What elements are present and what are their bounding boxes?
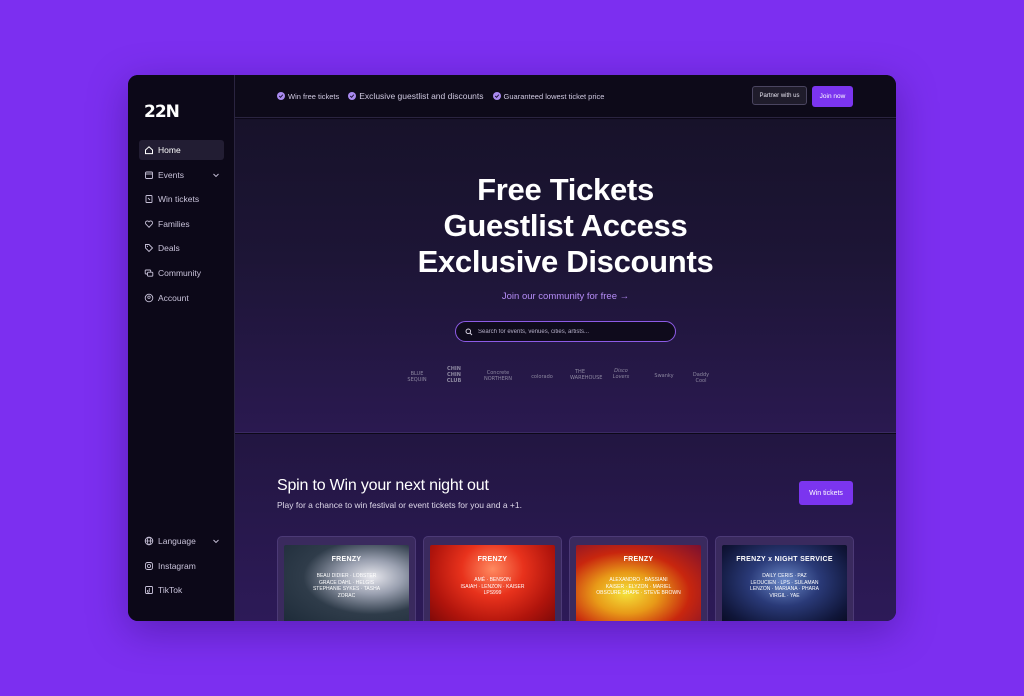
section-subtitle: Play for a chance to win festival or eve… [277,500,522,510]
instagram-icon [144,561,154,571]
sidebar-item-families[interactable]: Families [139,214,224,234]
sidebar-item-label: Language [158,536,196,546]
sidebar-item-home[interactable]: Home [139,140,224,160]
sidebar-nav: Home Events Win tickets Families Deals C… [139,140,224,312]
sidebar-item-label: Deals [158,243,180,254]
event-lineup: ALEXANDRO · BASSIANI KAISER · ELYZON · M… [576,577,701,597]
partner-logo: CHIN CHIN CLUB [446,366,462,384]
partner-logo: colorado [531,374,553,380]
lineup-line: ZORAC [337,592,356,599]
spin-to-win-section: Spin to Win your next night out Play for… [235,434,896,621]
perk-label: Exclusive guestlist and discounts [359,91,484,101]
sidebar-item-label: Events [158,169,184,180]
user-circle-icon [144,293,154,303]
check-circle-icon [277,92,285,100]
sidebar-item-label: TikTok [158,585,183,596]
check-circle-icon [492,92,501,100]
lineup-line: LPS999 [483,590,502,596]
sidebar-item-win-tickets[interactable]: Win tickets [139,189,224,209]
sidebar-item-account[interactable]: Account [139,288,224,308]
calendar-icon [144,170,154,180]
chevron-down-icon[interactable] [212,537,220,545]
join-community-link[interactable]: Join our community for free → [235,291,896,302]
partner-logo: Disco Lovers [612,368,630,380]
perk-item: Guaranteed lowest ticket price [492,91,605,101]
event-lineup: AMÉ · BENSON ISAIAH · LENZON · KAISER LP… [430,577,555,597]
lineup-line: VIRGIL · YAE [769,592,800,599]
sidebar-item-community[interactable]: Community [139,263,224,283]
partner-logo: THE WAREHOUSE [570,369,603,381]
hero-section: Free Tickets Guestlist Access Exclusive … [235,119,896,433]
headline-line: Exclusive Discounts [417,244,714,279]
sidebar-item-label: Community [158,267,201,278]
sidebar-item-label: Win tickets [158,194,200,205]
brand-logo[interactable]: 22N [144,102,180,122]
sidebar-item-label: Home [158,145,181,155]
perk-label: Win free tickets [288,91,340,101]
partner-logo: Concrete NORTHERN [484,370,512,382]
headline-line: Free Tickets [477,172,654,207]
win-tickets-button[interactable]: Win tickets [799,481,853,505]
ticket-icon [144,194,154,204]
check-circle-icon [348,92,357,100]
top-bar: Win free tickets Exclusive guestlist and… [235,75,896,118]
sidebar-footer: Language Instagram TikTok [139,531,224,605]
event-card[interactable]: FRENZY x NIGHT SERVICE DAILY CERIS · PAZ… [715,536,854,621]
sidebar-item-language[interactable]: Language [139,531,224,551]
event-card[interactable]: FRENZY AMÉ · BENSON ISAIAH · LENZON · KA… [423,536,562,621]
event-card[interactable]: FRENZY ALEXANDRO · BASSIANI KAISER · ELY… [569,536,708,621]
headline-line: Guestlist Access [443,208,688,243]
sidebar-item-deals[interactable]: Deals [139,238,224,258]
perk-item: Exclusive guestlist and discounts [348,91,484,101]
tiktok-icon [144,585,154,595]
sidebar-item-label: Instagram [158,560,196,571]
partner-logo: Daddy Cool [692,372,710,384]
perks-list: Win free tickets Exclusive guestlist and… [277,91,613,101]
sidebar: 22N Home Events Win tickets Families Dea… [128,75,235,621]
event-title: FRENZY x NIGHT SERVICE [736,556,833,563]
search-input[interactable] [478,328,658,335]
partner-with-us-button[interactable]: Partner with us [752,86,807,105]
join-now-button[interactable]: Join now [812,86,853,107]
search-bar[interactable] [455,321,676,342]
sidebar-item-tiktok[interactable]: TikTok [139,580,224,600]
home-icon [144,145,154,155]
event-title: FRENZY [623,556,654,563]
event-title: FRENZY [331,556,362,563]
app-window: 22N Home Events Win tickets Families Dea… [128,75,896,621]
event-lineup: BEAU DIDIER · LOBSTER GRACE DAHL · HELGI… [284,573,409,599]
sidebar-item-instagram[interactable]: Instagram [139,556,224,576]
hero-headline: Free Tickets Guestlist Access Exclusive … [235,172,896,280]
sidebar-item-label: Account [158,292,189,303]
chevron-down-icon[interactable] [212,171,220,179]
perk-label: Guaranteed lowest ticket price [503,91,605,101]
chat-icon [144,268,154,278]
lineup-line: OBSCURE SHAPE · STEVE BROWN [596,590,681,596]
section-title: Spin to Win your next night out [277,477,489,494]
event-card[interactable]: FRENZY BEAU DIDIER · LOBSTER GRACE DAHL … [277,536,416,621]
sidebar-item-events[interactable]: Events [139,165,224,185]
event-lineup: DAILY CERIS · PAZ LEOUCIEN · LPS · SULAM… [722,573,847,599]
globe-icon [144,536,154,546]
partner-logo: BLUE SEQUIN [407,371,427,383]
sidebar-item-label: Families [158,218,190,229]
search-icon [465,328,473,336]
event-title: FRENZY [477,556,508,563]
perk-item: Win free tickets [277,92,339,101]
main-content: Win free tickets Exclusive guestlist and… [235,75,896,621]
tag-icon [144,243,154,253]
partner-logo: Swanky [654,373,674,379]
heart-icon [144,219,154,229]
